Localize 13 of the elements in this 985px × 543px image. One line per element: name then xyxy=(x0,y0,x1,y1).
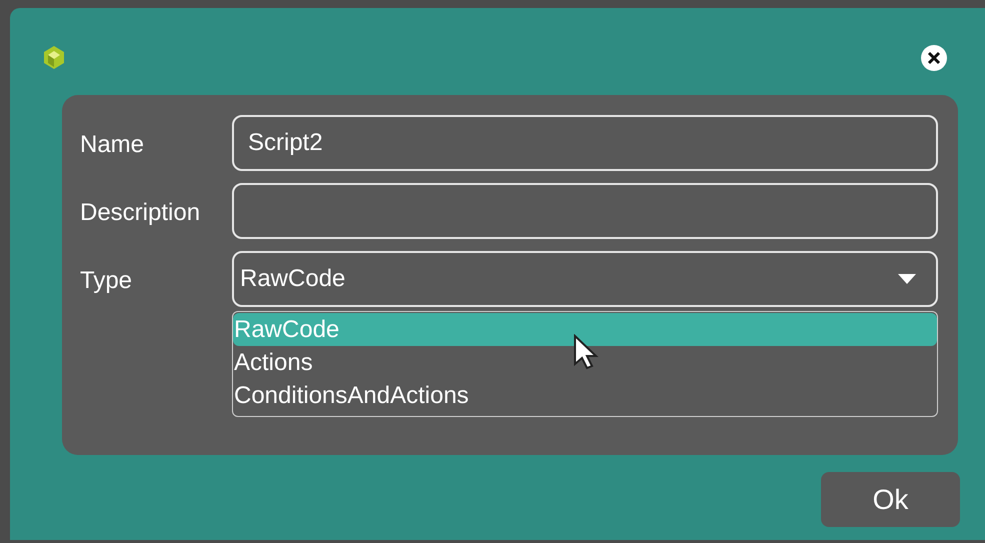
text-field[interactable] xyxy=(232,183,938,239)
dropdown-option[interactable]: ConditionsAndActions xyxy=(233,379,937,412)
field-label: Name xyxy=(80,130,146,160)
app-logo-icon xyxy=(42,44,66,70)
dropdown-option[interactable]: Actions xyxy=(233,346,937,379)
text-field[interactable]: Script2 xyxy=(232,115,938,171)
mouse-cursor-icon xyxy=(573,334,599,370)
field-label: Description xyxy=(80,198,202,228)
caret-icon xyxy=(898,274,916,284)
field-label: Type xyxy=(80,266,134,296)
ok-button[interactable]: Ok xyxy=(821,472,960,527)
type-dropdown[interactable]: RawCode xyxy=(232,251,938,307)
close-icon[interactable] xyxy=(921,44,947,70)
